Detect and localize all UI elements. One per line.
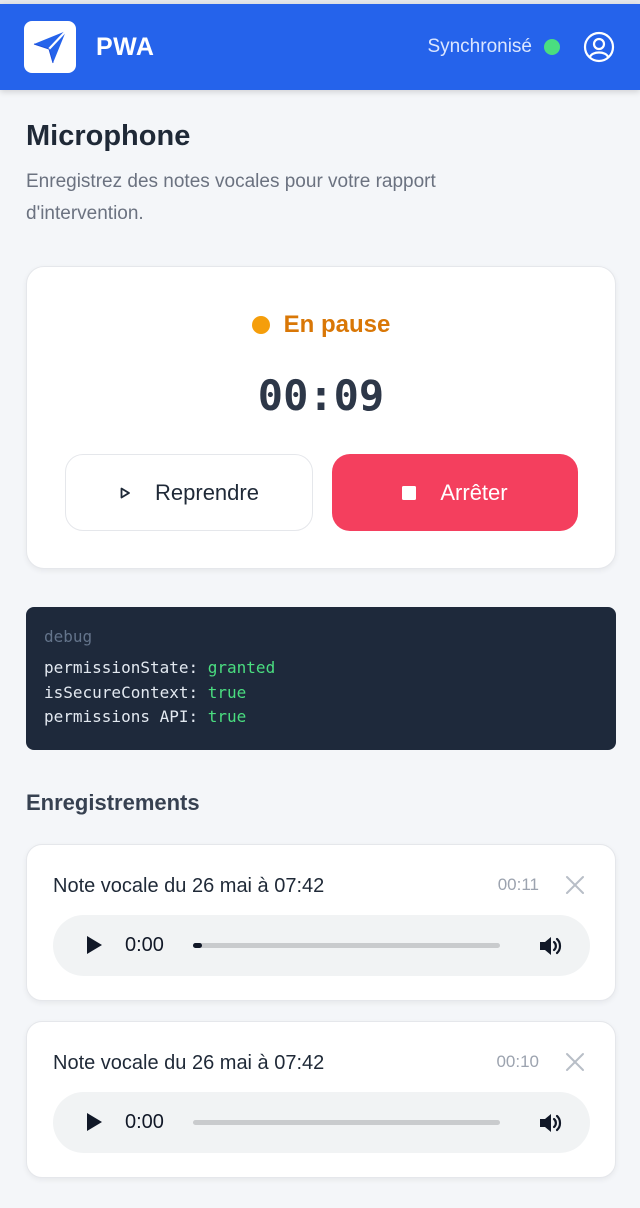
play-icon[interactable] <box>85 935 103 955</box>
recording-name: Note vocale du 26 mai à 07:42 <box>53 1052 325 1074</box>
debug-line: permissionState: granted <box>44 658 276 677</box>
recording-duration: 00:10 <box>496 1052 539 1071</box>
debug-title: debug <box>44 627 93 646</box>
sync-indicator-dot <box>544 39 560 55</box>
play-icon[interactable] <box>85 1112 103 1132</box>
app-title: PWA <box>96 32 155 61</box>
audio-seek-bar[interactable] <box>193 943 500 948</box>
audio-seek-bar[interactable] <box>193 1120 500 1125</box>
stop-button[interactable]: Arrêter <box>332 454 578 531</box>
delete-recording-button[interactable] <box>563 1050 587 1074</box>
stop-icon <box>402 485 417 500</box>
user-account-button[interactable] <box>582 30 616 64</box>
resume-button[interactable]: Reprendre <box>65 454 313 531</box>
debug-line: isSecureContext: true <box>44 682 247 702</box>
debug-panel: debug permissionState: granted isSecureC… <box>26 607 616 750</box>
debug-line: permissions API: true <box>44 707 247 726</box>
debug-value: granted <box>207 658 276 677</box>
page-description: Enregistrez des notes vocales pour votre… <box>26 171 436 224</box>
recording-item: Note vocale du 26 mai à 07:42 00:10 0:00 <box>26 1021 616 1178</box>
paper-plane-icon <box>33 30 67 64</box>
volume-icon[interactable] <box>536 932 564 960</box>
recording-timer: 00:09 <box>257 371 385 420</box>
debug-value: true <box>207 707 247 726</box>
app-logo[interactable] <box>24 21 76 73</box>
audio-current-time: 0:00 <box>125 934 164 956</box>
recording-duration: 00:11 <box>497 875 539 894</box>
status-dot <box>251 316 270 334</box>
recording-status: En pause <box>27 311 615 339</box>
resume-button-label: Reprendre <box>155 479 259 505</box>
close-icon <box>566 1053 584 1071</box>
recordings-section-title: Enregistrements <box>26 790 200 815</box>
play-icon <box>119 487 131 499</box>
audio-player: 0:00 <box>53 1092 590 1153</box>
status-label: En pause <box>283 311 391 338</box>
app-header: PWA Synchronisé <box>0 4 640 90</box>
page-title: Microphone <box>26 120 191 152</box>
recording-item: Note vocale du 26 mai à 07:42 00:11 0:00 <box>26 844 616 1001</box>
audio-current-time: 0:00 <box>125 1111 164 1133</box>
recording-name: Note vocale du 26 mai à 07:42 <box>53 875 325 897</box>
close-icon <box>566 876 584 894</box>
delete-recording-button[interactable] <box>563 873 587 897</box>
recorder-card: En pause 00:09 Reprendre Arrêter <box>26 266 616 569</box>
volume-icon[interactable] <box>536 1109 564 1137</box>
stop-button-label: Arrêter <box>440 479 508 505</box>
audio-seek-progress <box>193 943 203 948</box>
user-circle-icon <box>583 31 615 63</box>
audio-player: 0:00 <box>53 915 590 976</box>
debug-value: true <box>207 682 247 702</box>
sync-status: Synchronisé <box>427 36 532 57</box>
